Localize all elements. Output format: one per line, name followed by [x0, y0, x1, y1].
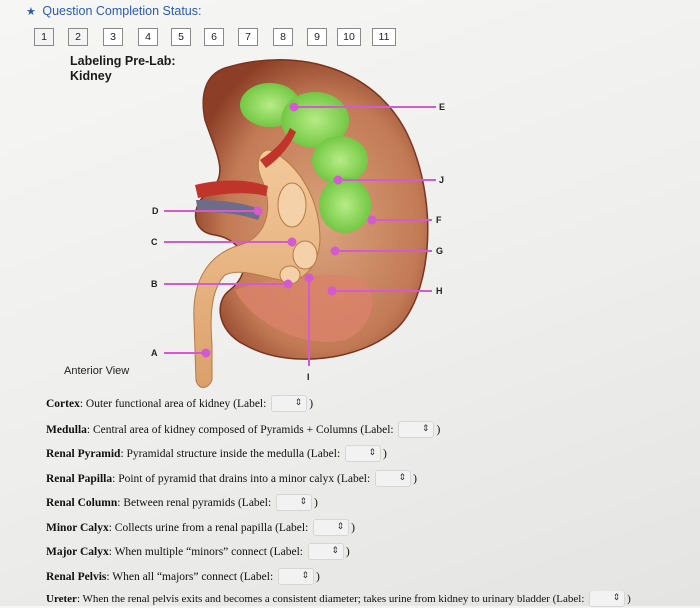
minor-calyx-2 — [292, 240, 318, 270]
term-ureter: Ureter — [46, 593, 77, 606]
term-renal-column: Renal Column — [46, 497, 118, 510]
close-paren: ) — [345, 546, 350, 559]
term-minor-calyx: Minor Calyx — [46, 522, 109, 535]
close-paren: ) — [316, 571, 320, 584]
term-medulla: Medulla — [46, 424, 87, 437]
desc-renal-pelvis: : When all “majors” connect (Label: — [106, 571, 277, 584]
select-arrows-icon: ⇕ — [421, 424, 430, 434]
label-select-major-calyx[interactable]: ⇕ — [307, 543, 344, 560]
label-select-renal-pyramid[interactable]: ⇕ — [345, 445, 382, 462]
label-d: D — [152, 206, 159, 216]
question-minor-calyx: Minor Calyx: Collects urine from a renal… — [46, 519, 356, 537]
term-renal-pelvis: Renal Pelvis — [46, 571, 107, 584]
minor-calyx-1 — [277, 182, 307, 228]
select-arrows-icon: ⇕ — [398, 473, 407, 483]
select-arrows-icon: ⇕ — [299, 497, 308, 507]
select-arrows-icon: ⇕ — [368, 448, 377, 458]
select-arrows-icon: ⇕ — [336, 522, 345, 532]
question-renal-pelvis: Renal Pelvis: When all “majors” connect … — [46, 568, 320, 586]
label-select-cortex[interactable]: ⇕ — [271, 395, 308, 412]
close-paren: ) — [413, 473, 417, 486]
question-renal-pyramid: Renal Pyramid: Pyramidal structure insid… — [46, 445, 387, 463]
select-arrows-icon: ⇕ — [331, 546, 339, 556]
diagram-caption: Anterior View — [64, 365, 130, 377]
desc-ureter: : When the renal pelvis exits and become… — [76, 593, 588, 606]
close-paren: ) — [627, 593, 631, 606]
label-c: C — [151, 237, 158, 247]
term-renal-pyramid: Renal Pyramid — [46, 448, 121, 461]
desc-medulla: : Central area of kidney composed of Pyr… — [86, 424, 397, 437]
close-paren: ) — [351, 522, 356, 535]
label-select-renal-pelvis[interactable]: ⇕ — [278, 568, 315, 585]
term-renal-papilla: Renal Papilla — [46, 473, 113, 486]
desc-cortex: : Outer functional area of kidney (Label… — [79, 398, 270, 411]
label-j: J — [439, 175, 445, 185]
term-cortex: Cortex — [46, 398, 80, 411]
select-arrows-icon: ⇕ — [294, 398, 303, 408]
desc-renal-column: : Between renal pyramids (Label: — [117, 497, 275, 510]
label-e: E — [439, 102, 446, 112]
close-paren: ) — [383, 448, 387, 461]
label-select-medulla[interactable]: ⇕ — [398, 421, 435, 438]
question-medulla: Medulla: Central area of kidney composed… — [46, 421, 441, 439]
close-paren: ) — [309, 398, 314, 411]
question-renal-papilla: Renal Papilla: Point of pyramid that dra… — [46, 470, 417, 488]
question-major-calyx: Major Calyx: When multiple “minors” conn… — [46, 543, 350, 561]
medullary-pyramid-4 — [319, 177, 371, 233]
close-paren: ) — [436, 424, 441, 437]
label-select-renal-papilla[interactable]: ⇕ — [375, 470, 412, 487]
label-select-renal-column[interactable]: ⇕ — [276, 494, 313, 511]
label-i: I — [307, 372, 310, 382]
label-g: G — [436, 246, 444, 256]
close-paren: ) — [314, 497, 318, 510]
desc-renal-pyramid: : Pyramidal structure inside the medulla… — [120, 448, 344, 461]
question-ureter: Ureter: When the renal pelvis exits and … — [46, 591, 700, 608]
label-a: A — [151, 348, 158, 358]
label-select-ureter[interactable]: ⇕ — [589, 591, 626, 607]
question-renal-column: Renal Column: Between renal pyramids (La… — [46, 494, 318, 512]
question-cortex: Cortex: Outer functional area of kidney … — [46, 395, 314, 413]
desc-major-calyx: : When multiple “minors” connect (Label: — [108, 546, 306, 559]
label-f: F — [436, 215, 442, 225]
label-b: B — [151, 279, 158, 289]
label-select-minor-calyx[interactable]: ⇕ — [313, 519, 350, 536]
select-arrows-icon: ⇕ — [612, 593, 621, 603]
select-arrows-icon: ⇕ — [301, 571, 310, 581]
kidney-diagram — [164, 58, 436, 388]
desc-minor-calyx: : Collects urine from a renal papilla (L… — [108, 522, 312, 535]
desc-renal-papilla: : Point of pyramid that drains into a mi… — [112, 473, 374, 486]
term-major-calyx: Major Calyx — [46, 546, 109, 559]
label-h: H — [436, 286, 443, 296]
